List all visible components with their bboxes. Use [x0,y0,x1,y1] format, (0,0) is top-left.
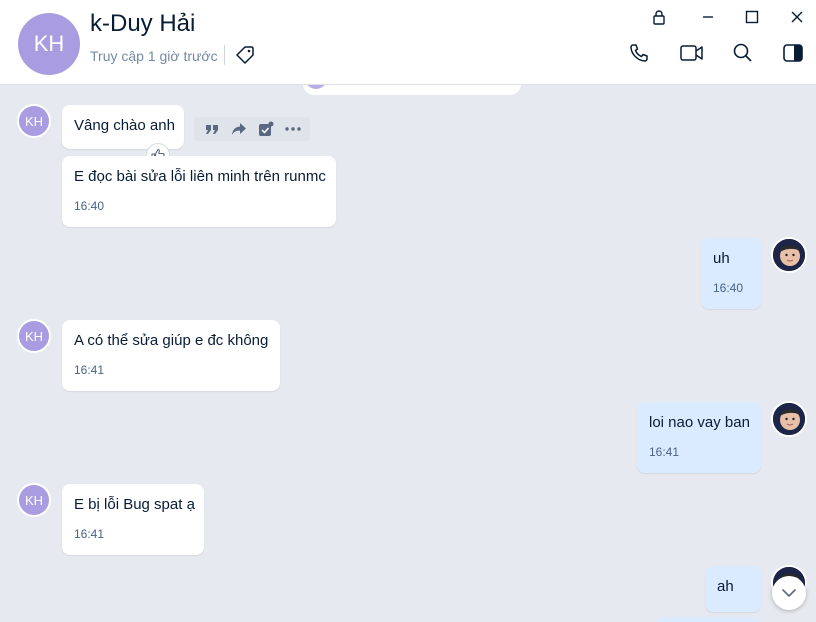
message-time: 16:41 [74,527,105,541]
message-text: ah [717,578,734,595]
video-icon[interactable] [679,40,705,66]
contact-avatar-small[interactable]: KH [17,319,51,353]
message-actions [194,117,310,141]
message-time: 16:41 [74,363,105,377]
minimize-icon[interactable] [697,6,719,28]
message-text: loi nao vay ban [649,414,750,431]
message-bubble[interactable]: E đọc bài sửa lỗi liên minh trên runmc 1… [62,156,336,227]
message-text: uh [713,250,730,267]
scroll-to-bottom-button[interactable] [772,576,806,610]
divider [224,45,225,65]
message-text: Vâng chào anh [74,117,175,134]
message-time: 16:40 [74,199,105,213]
my-avatar[interactable] [771,237,807,273]
contact-avatar[interactable]: KH [18,13,80,75]
tag-icon[interactable] [235,45,255,65]
forward-icon[interactable] [228,119,250,139]
my-avatar[interactable] [771,401,807,437]
message-bubble[interactable]: Vâng chào anh [62,105,184,149]
last-seen-status: Truy cập 1 giờ trước [90,48,218,64]
maximize-icon[interactable] [741,6,763,28]
lock-icon[interactable] [648,6,670,28]
message-text: E đọc bài sửa lỗi liên minh trên runmc [74,168,326,185]
task-icon[interactable] [255,119,277,139]
message-bubble-mine[interactable]: uh 16:40 [701,238,761,309]
chevron-down-icon [781,588,797,598]
contact-name[interactable]: k-Duy Hải [90,10,195,38]
message-bubble[interactable]: E bị lỗi Bug spat ạ 16:41 [62,484,204,555]
message-time: 16:41 [649,445,680,459]
contact-avatar-small[interactable]: KH [17,104,51,138]
chat-header: KH k-Duy Hải Truy cập 1 giờ trước [0,0,816,85]
close-icon[interactable] [786,6,808,28]
date-divider [303,85,521,95]
more-icon[interactable] [282,119,304,139]
message-list[interactable]: KH Vâng chào anh E đọc bài sửa lỗi liên … [0,85,816,622]
sidebar-toggle-icon[interactable] [780,40,806,66]
message-text: A có thể sửa giúp e đc không [74,332,269,349]
message-time: 16:40 [713,281,744,295]
search-icon[interactable] [730,40,756,66]
message-text: E bị lỗi Bug spat ạ [74,496,195,513]
message-bubble-mine[interactable]: loi nao vay ban 16:41 [637,402,761,473]
message-bubble[interactable]: A có thể sửa giúp e đc không 16:41 [62,320,280,391]
message-bubble-mine[interactable] [656,617,761,622]
contact-avatar-small[interactable]: KH [17,483,51,517]
message-bubble-mine[interactable]: ah [705,566,761,612]
quote-icon[interactable] [201,119,223,139]
phone-icon[interactable] [626,40,652,66]
